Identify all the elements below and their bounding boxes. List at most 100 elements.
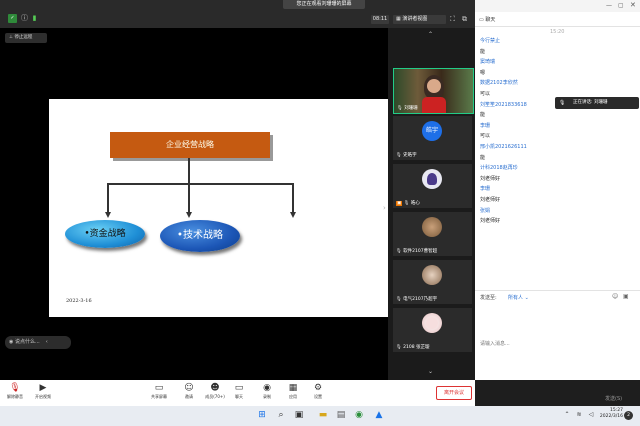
shield-icon[interactable]: ✓	[8, 14, 17, 23]
clock-date: 2022/3/16	[599, 414, 623, 419]
chrome-icon[interactable]: ◉	[352, 408, 366, 422]
chat-window-bar	[475, 0, 640, 12]
microphone-muted-icon: 🎙	[403, 201, 411, 206]
stop-remote-button[interactable]: ⊥ 停止远程	[5, 33, 47, 43]
send-to-label: 发送至:	[480, 295, 497, 301]
volume-icon[interactable]: ◁	[584, 408, 598, 422]
chevron-down-icon[interactable]: ⌄	[428, 368, 433, 375]
record-button[interactable]: ◉ 录制	[254, 383, 280, 400]
share-screen-button[interactable]: ▭ 共享屏幕	[146, 383, 172, 400]
slide-title-box: 企业经营战略	[110, 132, 270, 158]
system-clock[interactable]: 15:27 2022/3/16	[597, 408, 623, 420]
participant-tile[interactable]: 🎙 刘珊珊	[393, 68, 474, 114]
connector-right	[292, 183, 294, 213]
mute-button[interactable]: 🎙 解除静音	[2, 383, 28, 400]
video-button[interactable]: ▶ 开启视频	[30, 383, 56, 400]
participant-tile[interactable]: 🎙 软件2107曹智超	[393, 212, 472, 256]
chevron-right-icon[interactable]: ›	[383, 204, 386, 212]
gear-icon: ⚙	[313, 383, 323, 393]
avatar	[422, 313, 442, 333]
slide-date: 2022-3-16	[66, 298, 92, 304]
participant-name: 刘珊珊	[404, 106, 418, 111]
host-badge-icon: ▣	[396, 201, 403, 206]
invite-label: 邀请	[185, 394, 193, 399]
collapse-icon[interactable]: ‹	[46, 339, 48, 345]
chat-sender-name: 计科2018赵再珍	[480, 165, 518, 172]
chat-message-text: 可以	[480, 91, 491, 97]
close-icon[interactable]: ✕	[630, 1, 636, 9]
record-label: 录制	[263, 394, 271, 399]
camera-off-icon: ▶	[39, 383, 47, 393]
funding-strategy-node: •资金战略	[65, 220, 145, 248]
avatar	[422, 217, 442, 237]
send-button[interactable]: 发送(S)	[605, 395, 622, 402]
participant-tile[interactable]: 🎙 2108 张芷璇	[393, 308, 472, 352]
chat-input[interactable]	[480, 304, 630, 384]
connector-middle	[188, 183, 190, 213]
chat-message-text: 刘老师好	[480, 218, 501, 225]
connector-left	[107, 183, 109, 213]
chat-message-text: 嗯	[480, 69, 486, 76]
chat-sender-name: 李珊	[480, 122, 491, 129]
notification-icon[interactable]: 2	[624, 411, 633, 420]
participant-name: 史皓宇	[403, 153, 417, 158]
settings-button[interactable]: ⚙ 设置	[305, 383, 331, 400]
arrowhead-left	[105, 212, 111, 218]
participant-name: 电气2107乃超宇	[403, 297, 438, 302]
signal-icon[interactable]: ▮	[30, 14, 39, 23]
maximize-icon[interactable]: ▢	[618, 2, 624, 9]
chat-header: ▭ 聊天	[475, 14, 640, 26]
arrowhead-middle	[186, 212, 192, 218]
share-banner[interactable]: 您正在观看刘珊珊的屏幕	[283, 0, 365, 9]
chat-sender-name: 张娟	[480, 207, 491, 214]
participant-tile[interactable]: 皓宇 🎙 史皓宇	[393, 116, 472, 160]
chat-preview[interactable]: ◉ 说点什么... ‹	[5, 336, 71, 349]
microphone-muted-icon: 🎙	[9, 383, 21, 393]
connector-vertical	[188, 158, 190, 184]
search-icon[interactable]: ⌕	[274, 408, 288, 422]
chat-sender-name: 刘笙笙2021833618	[480, 101, 527, 108]
emoji-icon[interactable]: ☺	[612, 293, 618, 300]
mute-label: 解除静音	[7, 394, 23, 399]
members-label: 成员(70+)	[205, 394, 225, 399]
face	[427, 79, 441, 93]
file-explorer-icon[interactable]: ▬	[316, 408, 330, 422]
apps-button[interactable]: ▦ 应用	[280, 383, 306, 400]
stop-remote-label: 停止远程	[14, 35, 33, 40]
participant-tile[interactable]: ▣ 🎙 皓心	[393, 164, 472, 208]
technology-strategy-node: •技术战略	[160, 220, 240, 252]
popout-icon[interactable]: ⧉	[460, 15, 469, 24]
participant-name: 软件2107曹智超	[403, 249, 438, 254]
fullscreen-icon[interactable]: ⛶	[448, 15, 457, 24]
members-icon: ☻	[210, 383, 220, 393]
image-icon[interactable]: ▣	[623, 293, 629, 300]
info-icon[interactable]: ⓘ	[20, 14, 29, 23]
chat-sender-name: 数据2102李欣然	[480, 80, 518, 87]
chat-preview-text: 说点什么...	[14, 339, 40, 345]
avatar	[422, 169, 442, 189]
participant-tile[interactable]: 🎙 电气2107乃超宇	[393, 260, 472, 304]
participant-name: 2108 张芷璇	[403, 345, 430, 350]
minimize-icon[interactable]: —	[606, 2, 612, 9]
settings-label: 设置	[314, 394, 322, 399]
members-button[interactable]: ☻ 成员(70+)	[202, 383, 228, 400]
invite-icon: ☺	[184, 383, 194, 393]
store-icon[interactable]: ▤	[334, 408, 348, 422]
send-target-select[interactable]: 所有人 ⌄	[508, 294, 529, 301]
windows-start-icon[interactable]: ⊞	[255, 408, 269, 422]
leave-meeting-button[interactable]: 离开会议	[436, 386, 472, 400]
chevron-up-icon[interactable]: ⌃	[428, 31, 433, 38]
task-view-icon[interactable]: ▣	[292, 408, 306, 422]
view-mode-label: 演讲者视图	[402, 16, 428, 22]
meeting-app-icon[interactable]: ▲	[372, 408, 386, 422]
chat-message-text: 能	[480, 112, 486, 119]
divider	[475, 26, 640, 27]
chat-message-text: 刘老师好	[480, 197, 501, 203]
view-mode-button[interactable]: ▦ 演讲者视图	[393, 15, 446, 24]
microphone-icon: 🎙	[559, 100, 566, 106]
invite-button[interactable]: ☺ 邀请	[176, 383, 202, 400]
record-icon: ◉	[263, 383, 271, 393]
chat-button[interactable]: ▭ 聊天	[226, 383, 252, 400]
video-label: 开启视频	[35, 394, 51, 399]
chat-sender-name: 邢小凯2021626111	[480, 144, 527, 150]
